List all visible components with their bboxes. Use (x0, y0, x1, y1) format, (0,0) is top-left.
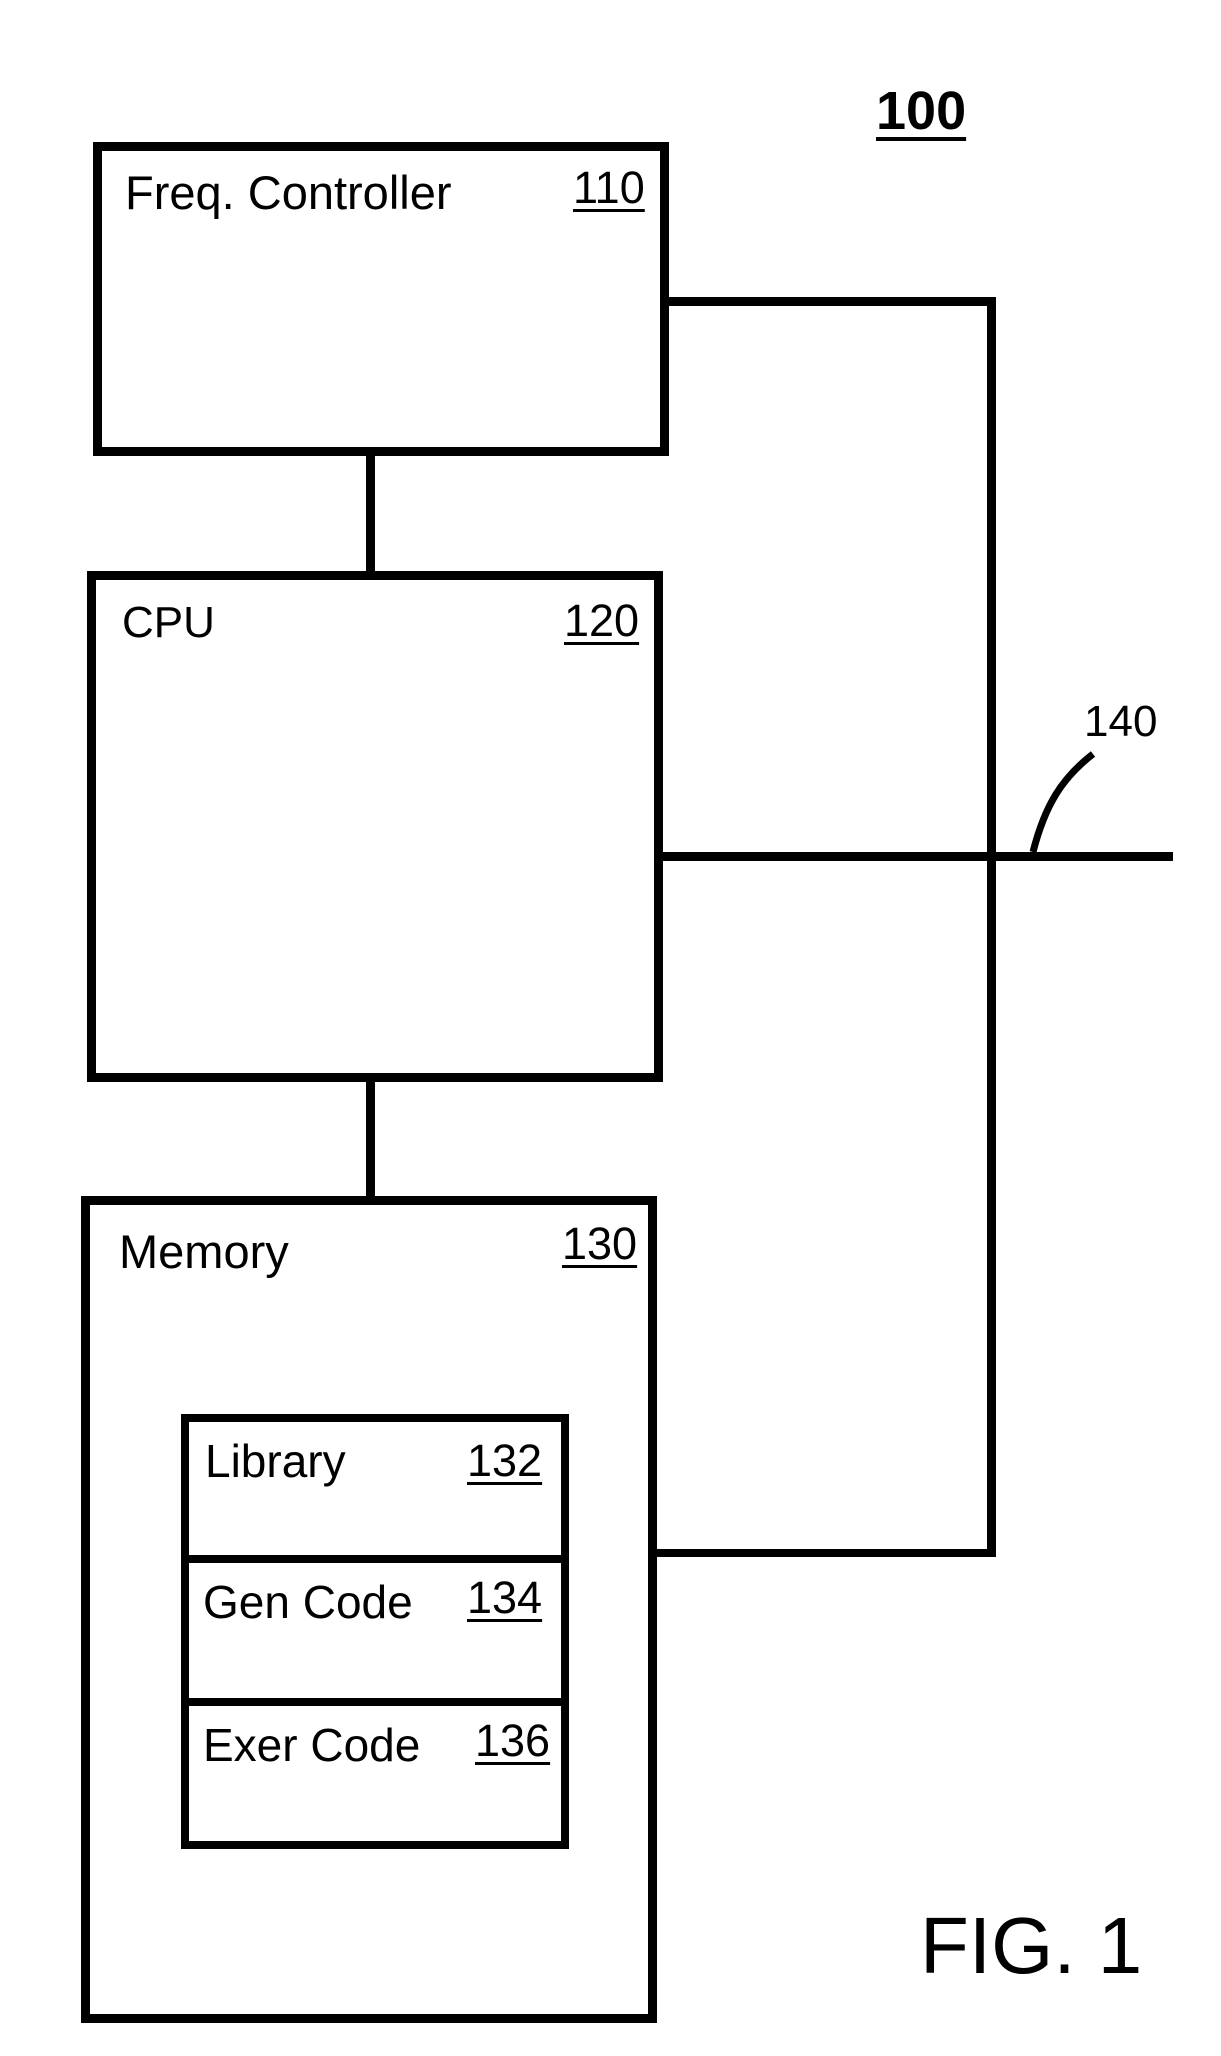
bus-leader-curve (1029, 751, 1096, 853)
bus-ref-label: 140 (1084, 697, 1158, 746)
bus-leader-line (1029, 751, 1096, 853)
figure-caption: FIG. 1 (920, 1901, 1143, 1990)
